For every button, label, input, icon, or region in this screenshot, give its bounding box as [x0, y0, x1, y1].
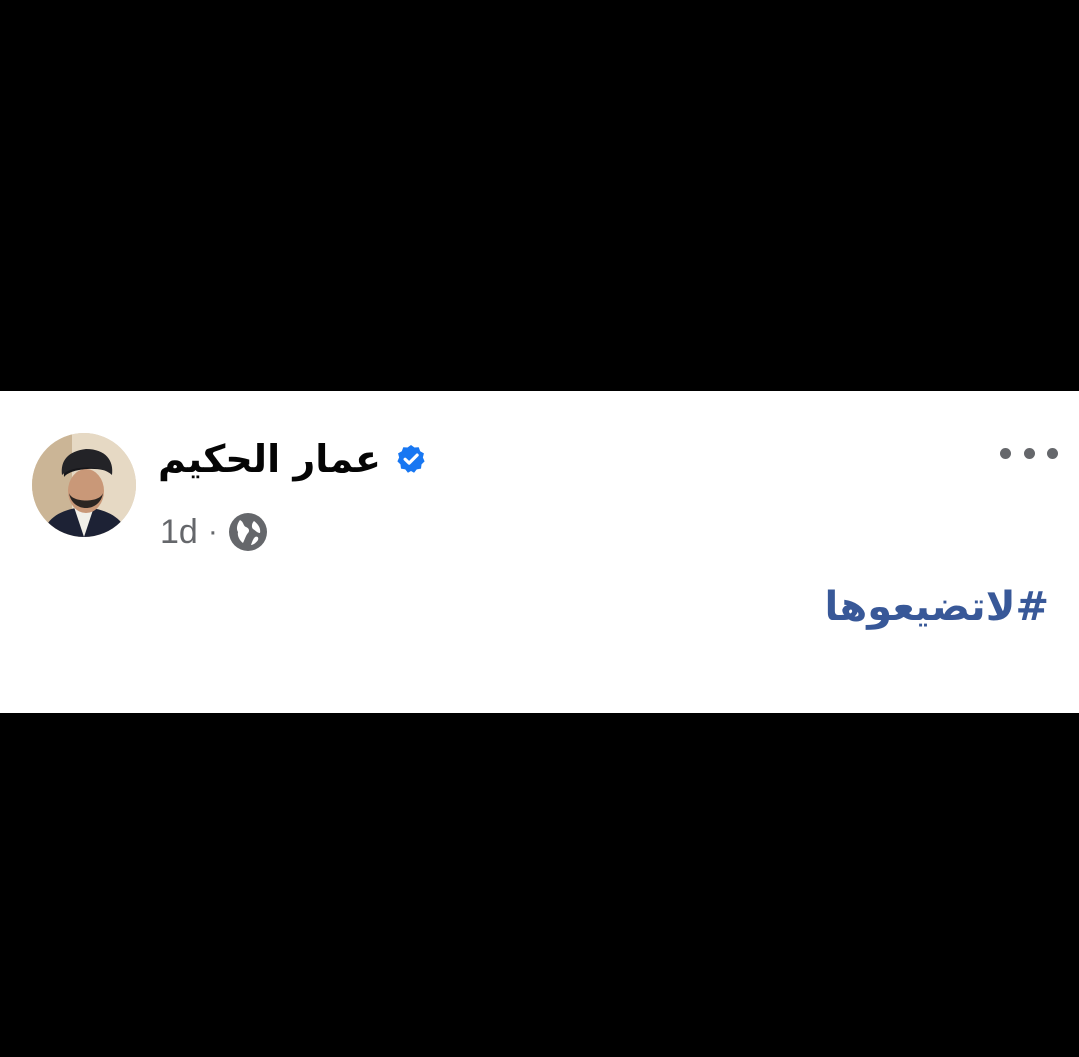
meta-separator: · — [207, 515, 218, 548]
post-timestamp[interactable]: 1d — [160, 515, 198, 549]
post-card: عمار الحكيم 1d · #لاتضيعوها — [0, 391, 1079, 713]
post-meta: 1d · — [160, 509, 268, 555]
verified-badge-icon — [397, 445, 425, 473]
author-avatar[interactable] — [32, 433, 136, 537]
more-options-button[interactable] — [1000, 439, 1058, 467]
more-dot — [1047, 447, 1058, 459]
author-row: عمار الحكيم — [158, 429, 427, 489]
screen: عمار الحكيم 1d · #لاتضيعوها — [0, 0, 1079, 1057]
author-name[interactable]: عمار الحكيم — [158, 440, 381, 478]
post-hashtag[interactable]: #لاتضيعوها — [825, 587, 1049, 627]
more-dot — [1023, 447, 1035, 459]
globe-icon[interactable] — [228, 512, 268, 552]
more-dot — [1000, 447, 1011, 459]
avatar-image — [32, 433, 136, 537]
